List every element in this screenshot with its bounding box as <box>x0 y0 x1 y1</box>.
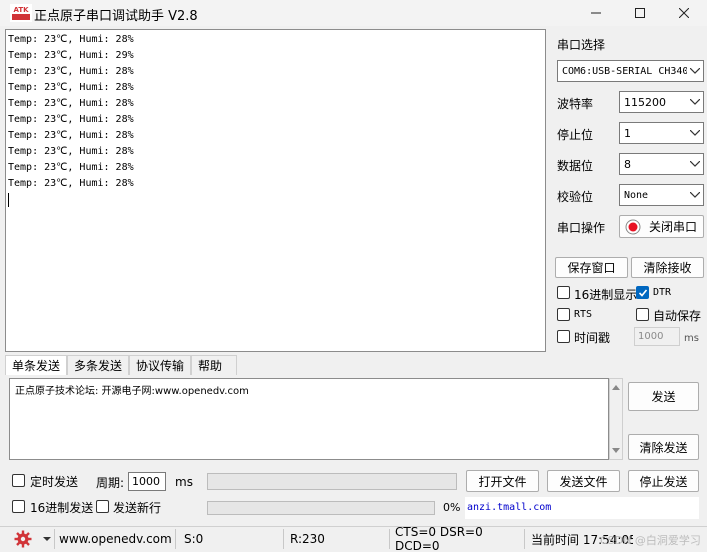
maximize-icon <box>635 8 645 18</box>
watermark: CSDN @白洞爱学习 <box>600 534 701 547</box>
record-icon <box>625 219 641 234</box>
text-caret <box>8 193 9 207</box>
send-textarea[interactable]: 正点原子技术论坛: 开源电子网:www.openedv.com <box>9 378 609 460</box>
period-label: 周期: <box>96 476 125 490</box>
dtr-label: DTR <box>653 287 672 298</box>
data-bits-label: 数据位 <box>557 159 594 173</box>
app-logo-icon: ATK <box>10 4 32 22</box>
gear-icon <box>14 530 32 548</box>
timed-send-label: 定时发送 <box>30 475 79 489</box>
status-line-states: CTS=0 DSR=0 DCD=0 <box>391 525 525 552</box>
timed-send-checkbox[interactable] <box>12 474 25 487</box>
receive-line: Temp: 23℃, Humi: 29% <box>8 50 134 61</box>
rts-checkbox[interactable] <box>557 308 570 321</box>
close-port-label: 关闭串口 <box>649 220 698 234</box>
period-unit: ms <box>175 475 193 489</box>
stop-bits-select[interactable]: 1 <box>619 122 704 144</box>
baud-select[interactable]: 115200 <box>619 91 704 113</box>
parity-select[interactable]: None <box>619 184 704 206</box>
maximize-button[interactable] <box>617 0 663 26</box>
rts-label: RTS <box>574 309 593 320</box>
receive-line: Temp: 23℃, Humi: 28% <box>8 146 134 157</box>
svg-text:ATK: ATK <box>13 6 29 14</box>
close-icon <box>679 8 689 18</box>
chevron-down-icon <box>687 161 703 167</box>
tab-multi-send[interactable]: 多条发送 <box>67 355 130 375</box>
chevron-down-icon <box>687 68 703 74</box>
stop-send-button[interactable]: 停止发送 <box>628 470 699 492</box>
receive-textarea[interactable]: Temp: 23℃, Humi: 28% Temp: 23℃, Humi: 29… <box>5 29 546 352</box>
receive-line: Temp: 23℃, Humi: 28% <box>8 34 134 45</box>
send-file-button[interactable]: 发送文件 <box>547 470 620 492</box>
dtr-checkbox[interactable] <box>636 286 649 299</box>
stop-bits-value: 1 <box>624 126 631 140</box>
send-progress-bar-top <box>207 473 457 490</box>
period-input[interactable]: 1000 <box>128 472 166 491</box>
receive-line: Temp: 23℃, Humi: 28% <box>8 82 134 93</box>
data-bits-select[interactable]: 8 <box>619 153 704 175</box>
baud-label: 波特率 <box>557 97 594 111</box>
receive-line: Temp: 23℃, Humi: 28% <box>8 130 134 141</box>
timestamp-unit: ms <box>684 333 699 344</box>
clear-receive-button[interactable]: 清除接收 <box>631 257 704 278</box>
timestamp-checkbox[interactable] <box>557 330 570 343</box>
scroll-down-icon <box>612 448 620 453</box>
window-title: 正点原子串口调试助手 V2.8 <box>34 9 198 24</box>
tab-protocol[interactable]: 协议传输 <box>129 355 192 375</box>
status-received-count: R:230 <box>286 529 390 549</box>
send-scrollbar[interactable] <box>609 378 623 460</box>
settings-gear-button[interactable] <box>14 530 32 551</box>
auto-save-label: 自动保存 <box>653 309 702 323</box>
timestamp-label: 时间戳 <box>574 331 611 345</box>
send-button[interactable]: 发送 <box>628 382 699 411</box>
data-bits-value: 8 <box>624 157 631 171</box>
settings-dropdown-button[interactable] <box>42 533 52 547</box>
chevron-down-icon <box>687 192 703 198</box>
status-sent-count: S:0 <box>180 529 284 549</box>
progress-text: 0% <box>443 501 461 514</box>
close-button[interactable] <box>661 0 707 26</box>
hex-display-label: 16进制显示 <box>574 288 638 302</box>
send-tabs: 单条发送 多条发送 协议传输 帮助 <box>5 355 238 375</box>
send-newline-label: 发送新行 <box>113 501 162 515</box>
receive-line: Temp: 23℃, Humi: 28% <box>8 98 134 109</box>
status-url[interactable]: www.openedv.com <box>54 529 176 549</box>
timestamp-input[interactable]: 1000 <box>634 327 680 346</box>
port-select-value: COM6:USB-SERIAL CH340 <box>562 65 688 77</box>
minimize-button[interactable] <box>573 0 619 26</box>
clear-send-button[interactable]: 清除发送 <box>628 434 699 460</box>
hex-display-checkbox[interactable] <box>557 286 570 299</box>
port-select[interactable]: COM6:USB-SERIAL CH340 <box>557 60 704 82</box>
receive-line: Temp: 23℃, Humi: 28% <box>8 66 134 77</box>
receive-line: Temp: 23℃, Humi: 28% <box>8 162 134 173</box>
ad-link[interactable]: anzi.tmall.com <box>465 497 699 519</box>
send-text: 正点原子技术论坛: 开源电子网:www.openedv.com <box>15 386 249 397</box>
chevron-down-icon <box>687 130 703 136</box>
save-window-button[interactable]: 保存窗口 <box>555 257 628 278</box>
port-operation-label: 串口操作 <box>557 221 606 235</box>
minimize-icon <box>591 12 601 14</box>
close-port-button[interactable]: 关闭串口 <box>619 215 704 238</box>
receive-line: Temp: 23℃, Humi: 28% <box>8 114 134 125</box>
tab-single-send[interactable]: 单条发送 <box>5 355 68 375</box>
send-newline-checkbox[interactable] <box>96 500 109 513</box>
receive-line: Temp: 23℃, Humi: 28% <box>8 178 134 189</box>
tab-help[interactable]: 帮助 <box>191 355 238 375</box>
auto-save-checkbox[interactable] <box>636 308 649 321</box>
checkmark-icon <box>638 288 647 297</box>
stop-bits-label: 停止位 <box>557 128 594 142</box>
hex-send-label: 16进制发送 <box>30 501 94 515</box>
parity-label: 校验位 <box>557 190 594 204</box>
caret-down-icon <box>43 537 51 541</box>
baud-select-value: 115200 <box>624 95 666 109</box>
hex-send-checkbox[interactable] <box>12 500 25 513</box>
open-file-button[interactable]: 打开文件 <box>466 470 539 492</box>
scroll-up-icon <box>612 385 620 390</box>
port-select-label: 串口选择 <box>557 38 606 52</box>
chevron-down-icon <box>687 99 703 105</box>
parity-value: None <box>624 189 649 201</box>
send-progress-bar <box>207 501 435 515</box>
